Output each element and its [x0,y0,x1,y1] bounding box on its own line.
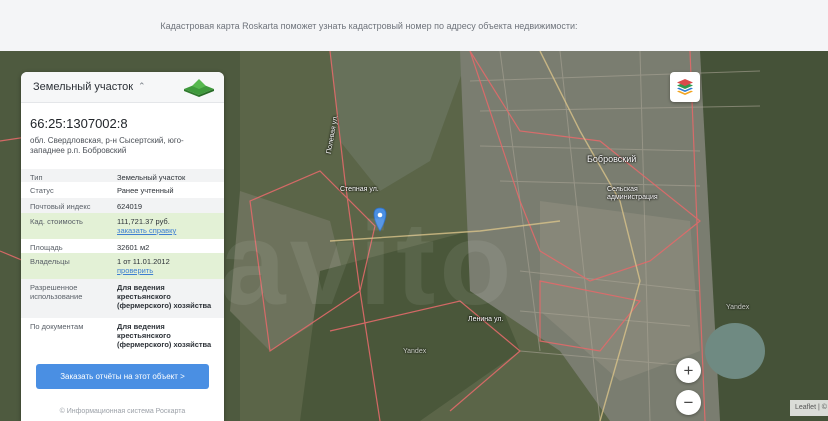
row-key: Площадь [30,243,63,252]
panel-title: Земельный участок [33,81,134,93]
row-key: Тип [30,173,43,182]
top-banner: Кадастровая карта Roskarta поможет узнат… [0,0,828,51]
panel-header[interactable]: Земельный участок ⌃ [21,72,224,103]
row-value: 32601 м2 [117,243,150,252]
order-reports-button[interactable]: Заказать отчёты на этот объект > [36,364,209,389]
row-value: Ранее учтенный [117,186,174,195]
table-row: Разрешенное использование Для ведения кр… [21,279,224,318]
row-key: Статус [30,186,54,195]
check-owners-link[interactable]: проверить [117,266,217,275]
chevron-up-icon[interactable]: ⌃ [138,81,146,92]
row-value: 624019 [117,202,143,211]
land-plot-icon [184,79,214,97]
zoom-out-button[interactable]: − [676,390,701,415]
row-key: Владельцы [30,257,70,266]
parcel-info-panel: Земельный участок ⌃ 66:25:1307002:8 обл.… [21,72,224,421]
layers-button[interactable] [670,72,700,102]
parcel-attributes-table: Тип Земельный участок Статус Ранее учтен… [21,169,224,354]
yandex-label: Yandex [403,348,427,355]
row-value: 1 от 11.01.2012 [117,257,170,266]
yandex-label: Yandex [726,304,750,311]
street-label: Степная ул. [340,186,379,193]
street-label: Ленина ул. [468,316,504,323]
table-row: Тип Земельный участок [21,169,224,182]
town-label: Бобровский [587,154,637,164]
table-row: Статус Ранее учтенный [21,182,224,198]
footer-copyright: © Информационная система Роскарта [59,408,186,415]
admin-label: Сельская администрация [607,186,658,201]
table-row: Почтовый индекс 624019 [21,198,224,213]
row-value: Для ведения крестьянского (фермерского) … [117,283,212,310]
order-certificate-link[interactable]: заказать справку [117,226,217,235]
banner-text: Кадастровая карта Roskarta поможет узнат… [160,20,578,31]
row-key: Разрешенное использование [30,283,83,301]
row-key: Почтовый индекс [30,202,91,211]
table-row: Кад. стоимость 111,721.37 руб. заказать … [21,213,224,239]
row-value: Земельный участок [117,173,186,182]
table-row: Владельцы 1 от 11.01.2012 проверить [21,253,224,279]
watermark: avito [220,198,516,330]
table-row: По документам Для ведения крестьянского … [21,318,224,354]
row-value: Для ведения крестьянского (фермерского) … [117,322,212,349]
map-attribution[interactable]: Leaflet | © [790,400,828,416]
row-key: Кад. стоимость [30,217,83,226]
table-row: Площадь 32601 м2 [21,239,224,253]
layers-icon [677,79,693,95]
row-key: По документам [30,322,84,331]
zoom-in-button[interactable]: + [676,358,701,383]
cadastral-number: 66:25:1307002:8 [30,116,128,131]
row-value: 111,721.37 руб. [117,217,170,226]
address-text: обл. Свердловская, р-н Сысертский, юго-з… [30,136,184,155]
